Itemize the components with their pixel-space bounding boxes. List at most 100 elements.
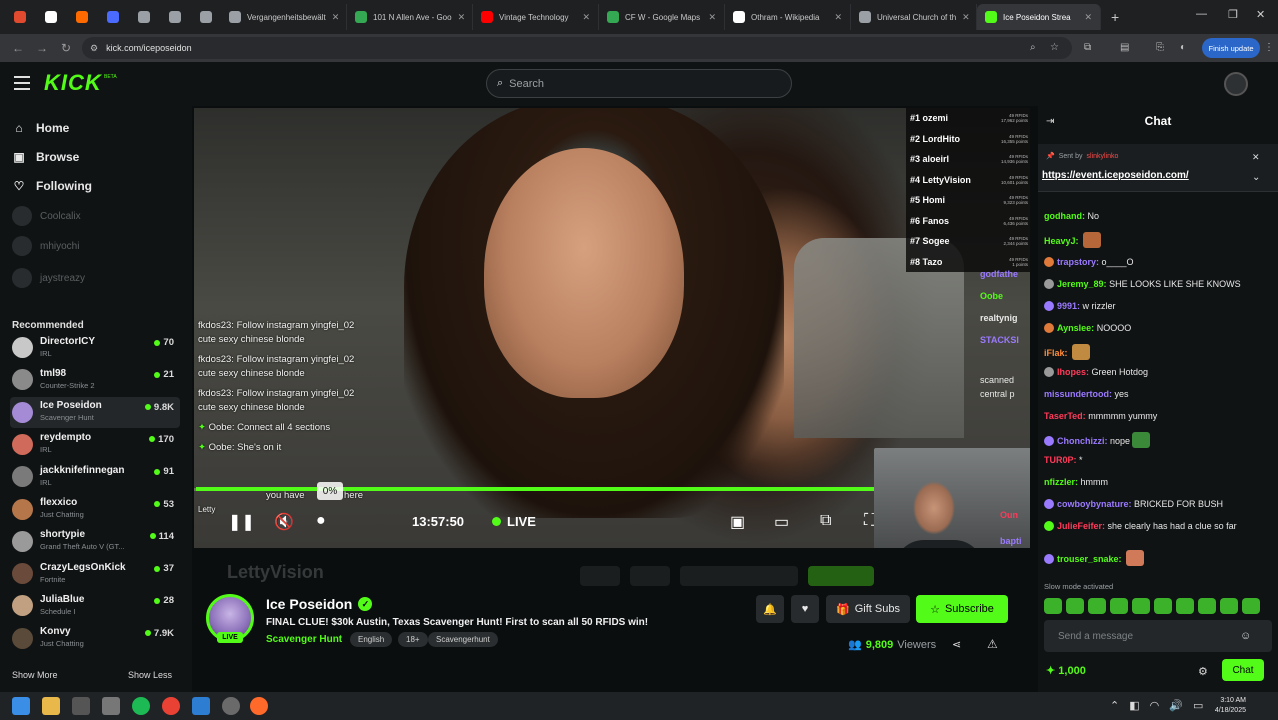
tag-scavengerhunt[interactable]: Scavengerhunt (428, 632, 498, 647)
emote-shortcut-icon[interactable] (1242, 598, 1260, 614)
minimize-icon[interactable]: — (1196, 8, 1207, 20)
close-window-icon[interactable]: ✕ (1256, 8, 1265, 21)
emote-shortcut-icon[interactable] (1220, 598, 1238, 614)
chat-username[interactable]: Ihopes: (1057, 367, 1089, 377)
following-channel[interactable]: mhiyochi (12, 236, 79, 256)
chat-input[interactable]: Send a message (1044, 620, 1272, 652)
extensions-icon[interactable]: ⧉ (1084, 42, 1091, 53)
kick-logo[interactable]: KICK (44, 70, 102, 96)
recommended-channel[interactable]: tml98 Counter-Strike 2 21 (10, 364, 180, 395)
tab-close-icon[interactable]: ✕ (708, 12, 716, 23)
follow-button[interactable]: ♥ (791, 595, 819, 623)
chat-username[interactable]: TUR0P: (1044, 455, 1077, 465)
emote-shortcut-icon[interactable] (1110, 598, 1128, 614)
unpin-icon[interactable]: ✕ (1252, 152, 1260, 163)
recommended-channel[interactable]: jackknifefinnegan IRL 91 (10, 461, 180, 492)
battery-icon[interactable]: ▭ (1193, 699, 1203, 712)
tab-close-icon[interactable]: ✕ (458, 12, 466, 23)
chat-username[interactable]: trapstory: (1057, 257, 1099, 267)
volume-icon[interactable]: 🔊 (1169, 699, 1183, 712)
emote-shortcut-icon[interactable] (1066, 598, 1084, 614)
hamburger-menu-icon[interactable] (14, 76, 30, 90)
zoom-icon[interactable]: ⌕ (1030, 42, 1036, 53)
recommended-channel[interactable]: Ice Poseidon Scavenger Hunt 9.8K (10, 396, 180, 428)
chevron-up-icon[interactable]: ⌃ (1110, 699, 1119, 712)
back-icon[interactable]: ← (6, 41, 30, 55)
video-player[interactable]: #1 ozemi 49 RFIDs 17,962 points #2 LordHito… (194, 108, 1030, 548)
chat-username[interactable]: iFlak: (1044, 348, 1068, 358)
emote-shortcut-icon[interactable] (1088, 598, 1106, 614)
browser-tab[interactable]: Vintage Technology ✕ (473, 4, 599, 30)
channel-name[interactable]: Ice Poseidon ✓ (266, 596, 373, 612)
gear-icon[interactable]: ⚙ (1198, 665, 1208, 678)
pause-icon[interactable]: ❚❚ (228, 512, 255, 532)
browser-tab[interactable] (66, 4, 97, 30)
subscribe-button[interactable]: ☆ Subscribe (916, 595, 1008, 623)
new-tab-icon[interactable]: + (1101, 9, 1129, 25)
recommended-channel[interactable]: DirectorICY IRL 70 (10, 332, 180, 363)
browser-tab[interactable] (35, 4, 66, 30)
following-channel[interactable]: jaystreazy (12, 268, 85, 288)
recommended-channel[interactable]: JuliaBlue Schedule I 28 (10, 590, 180, 621)
chat-username[interactable]: Chonchizzi: (1057, 436, 1108, 446)
mute-icon[interactable]: 🔇 (274, 512, 294, 532)
tag-18plus[interactable]: 18+ (398, 632, 428, 647)
chat-username[interactable]: JulieFeifer: (1057, 521, 1105, 531)
clock[interactable]: 3:10 AM 4/18/2025 (1204, 696, 1246, 716)
chevron-down-icon[interactable]: ⌄ (1252, 172, 1260, 183)
forward-icon[interactable]: → (30, 41, 54, 55)
pip-icon[interactable]: ⧉ (820, 512, 831, 530)
tag-english[interactable]: English (350, 632, 393, 647)
stream-category[interactable]: Scavenger Hunt (266, 634, 342, 645)
emote-shortcut-icon[interactable] (1132, 598, 1150, 614)
search-input[interactable]: ⌕ Search (486, 69, 792, 98)
emote-shortcut-icon[interactable] (1154, 598, 1172, 614)
app-tray-icon[interactable]: ◧ (1129, 699, 1139, 712)
chat-username[interactable]: 9991: (1057, 301, 1080, 311)
nav-browse[interactable]: ▣ Browse (12, 150, 79, 164)
user-avatar[interactable] (1224, 72, 1248, 96)
wifi-icon[interactable]: ◠ (1150, 699, 1160, 712)
bookmark-star-icon[interactable]: ☆ (1050, 42, 1059, 53)
notification-bell-button[interactable]: 🔔 (756, 595, 784, 623)
file-explorer-icon[interactable] (42, 697, 60, 715)
volume-slider-icon[interactable]: ● (316, 512, 326, 530)
emote-shortcut-icon[interactable] (1198, 598, 1216, 614)
tab-close-icon[interactable]: ✕ (1084, 12, 1092, 23)
chat-username[interactable]: missundertood: (1044, 389, 1112, 399)
tab-close-icon[interactable]: ✕ (582, 12, 590, 23)
app-icon[interactable] (72, 697, 90, 715)
live-indicator[interactable]: LIVE (492, 514, 536, 529)
address-bar[interactable]: ⚙ kick.com/iceposeidon (82, 37, 1072, 59)
tab-close-icon[interactable]: ✕ (962, 12, 970, 23)
sidepanel-icon[interactable]: ▤ (1120, 42, 1129, 53)
channel-points[interactable]: ✦ 1,000 (1046, 664, 1086, 677)
recommended-channel[interactable]: Konvy Just Chatting 7.9K (10, 623, 180, 654)
following-channel[interactable]: Coolcalix (12, 206, 81, 226)
recommended-channel[interactable]: flexxico Just Chatting 53 (10, 494, 180, 525)
gift-subs-button[interactable]: 🎁 Gift Subs (826, 595, 910, 623)
spotify-icon[interactable] (132, 697, 150, 715)
reload-icon[interactable]: ↻ (54, 41, 78, 55)
pinned-link[interactable]: https://event.iceposeidon.com/ (1042, 170, 1189, 181)
browser-tab[interactable] (97, 4, 128, 30)
browser-tab[interactable]: Vergangenheitsbewält ✕ (221, 4, 347, 30)
system-tray[interactable]: ⌃ ◧ ◠ 🔊 ▭ (1110, 699, 1203, 712)
chat-username[interactable]: godhand: (1044, 211, 1085, 221)
report-icon[interactable]: ⚠ (987, 637, 998, 651)
tab-close-icon[interactable]: ✕ (834, 12, 842, 23)
browser-tab[interactable]: 101 N Allen Ave - Goo ✕ (347, 4, 473, 30)
browser-tab[interactable]: Ice Poseidon Strea ✕ (977, 4, 1101, 30)
browser-tab[interactable]: Universal Church of th ✕ (851, 4, 977, 30)
share-icon[interactable]: ⋖ (952, 638, 961, 651)
show-less-button[interactable]: Show Less (128, 670, 172, 680)
browser-tab[interactable] (190, 4, 221, 30)
browser-tab[interactable] (159, 4, 190, 30)
emoji-icon[interactable]: ☺ (1240, 630, 1251, 642)
emote-shortcut-icon[interactable] (1176, 598, 1194, 614)
chat-username[interactable]: nfizzler: (1044, 477, 1078, 487)
recommended-channel[interactable]: shortypie Grand Theft Auto V (GT... 114 (10, 526, 180, 557)
browser-tab[interactable] (4, 4, 35, 30)
cast-icon[interactable]: ⎘ (1156, 42, 1164, 53)
menu-icon[interactable]: ⋮ (1264, 42, 1274, 53)
